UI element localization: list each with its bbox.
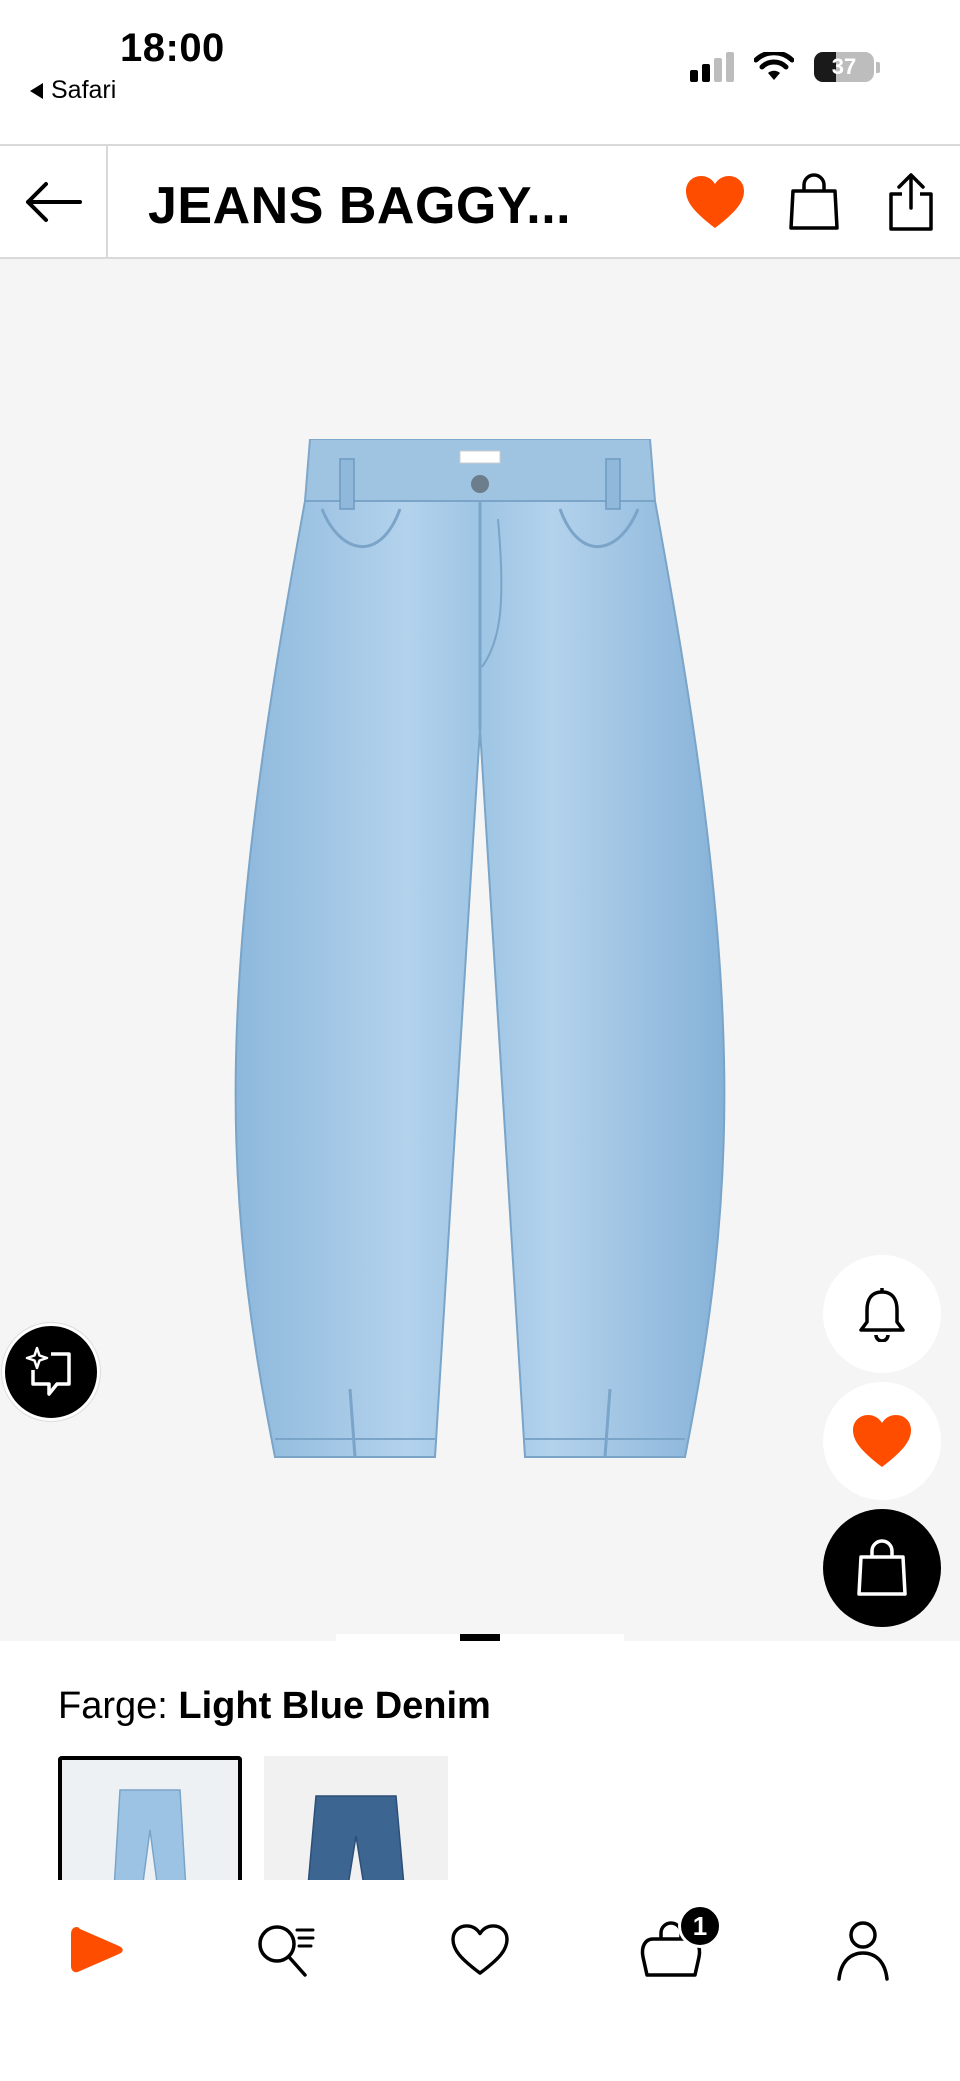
wishlist-float-button[interactable] bbox=[823, 1382, 941, 1500]
heart-filled-icon bbox=[853, 1415, 911, 1467]
search-list-icon bbox=[258, 1925, 315, 1977]
nav-search[interactable] bbox=[240, 1910, 330, 1990]
cart-count-badge: 1 bbox=[678, 1904, 722, 1948]
carousel-active-dot bbox=[460, 1634, 500, 1641]
wifi-icon bbox=[754, 52, 794, 80]
notify-button[interactable] bbox=[823, 1255, 941, 1373]
shopping-bag-icon bbox=[789, 172, 839, 230]
heart-filled-icon bbox=[686, 175, 744, 228]
color-swatch-light-blue[interactable] bbox=[58, 1756, 242, 1886]
battery-level: 37 bbox=[831, 54, 857, 79]
bell-icon bbox=[859, 1288, 905, 1342]
sparkle-chat-icon bbox=[25, 1346, 71, 1396]
page-title: JEANS BAGGY... bbox=[148, 177, 572, 235]
back-triangle-icon bbox=[30, 82, 43, 99]
back-button[interactable] bbox=[0, 146, 108, 257]
color-label-prefix: Farge: bbox=[58, 1685, 168, 1727]
status-icons: 37 bbox=[690, 52, 880, 82]
product-header: JEANS BAGGY... bbox=[0, 144, 960, 259]
cart-button[interactable] bbox=[774, 146, 854, 257]
share-button[interactable] bbox=[871, 146, 951, 257]
status-time: 18:00 bbox=[120, 26, 225, 70]
arrow-left-icon bbox=[26, 181, 82, 222]
bottom-navigation: 1 bbox=[0, 1880, 960, 2081]
swatch-jeans-dark-image bbox=[264, 1756, 448, 1886]
back-app-label: Safari bbox=[51, 76, 117, 104]
nav-home[interactable] bbox=[52, 1910, 142, 1990]
nav-profile[interactable] bbox=[818, 1910, 908, 1990]
nav-bag[interactable]: 1 bbox=[626, 1904, 722, 1990]
product-image-jeans bbox=[234, 439, 726, 1458]
nav-wishlist[interactable] bbox=[435, 1910, 525, 1990]
person-icon bbox=[837, 1921, 889, 1981]
add-to-bag-button[interactable] bbox=[823, 1509, 941, 1627]
color-swatch-dark-blue[interactable] bbox=[264, 1756, 448, 1886]
heart-outline-icon bbox=[451, 1924, 509, 1975]
favorite-button[interactable] bbox=[675, 146, 755, 257]
battery-icon: 37 bbox=[814, 52, 880, 82]
shopping-bag-icon bbox=[857, 1539, 907, 1596]
status-bar: 18:00 Safari 37 bbox=[0, 0, 960, 144]
color-selector: Farge: Light Blue Denim bbox=[0, 1641, 960, 1886]
carousel-indicator bbox=[336, 1634, 624, 1641]
play-logo-icon bbox=[71, 1927, 123, 1973]
swatch-jeans-light-image bbox=[62, 1760, 238, 1886]
back-to-app-link[interactable]: Safari bbox=[30, 76, 116, 105]
ai-assistant-button[interactable] bbox=[2, 1323, 100, 1421]
color-label: Farge: Light Blue Denim bbox=[58, 1685, 491, 1728]
product-page: 18:00 Safari 37 JEANS BAGGY... Farge: Li… bbox=[0, 0, 960, 2081]
share-icon bbox=[889, 172, 933, 231]
product-image-gallery[interactable] bbox=[0, 259, 960, 1641]
selected-color-name: Light Blue Denim bbox=[178, 1685, 491, 1727]
signal-icon bbox=[690, 52, 734, 82]
